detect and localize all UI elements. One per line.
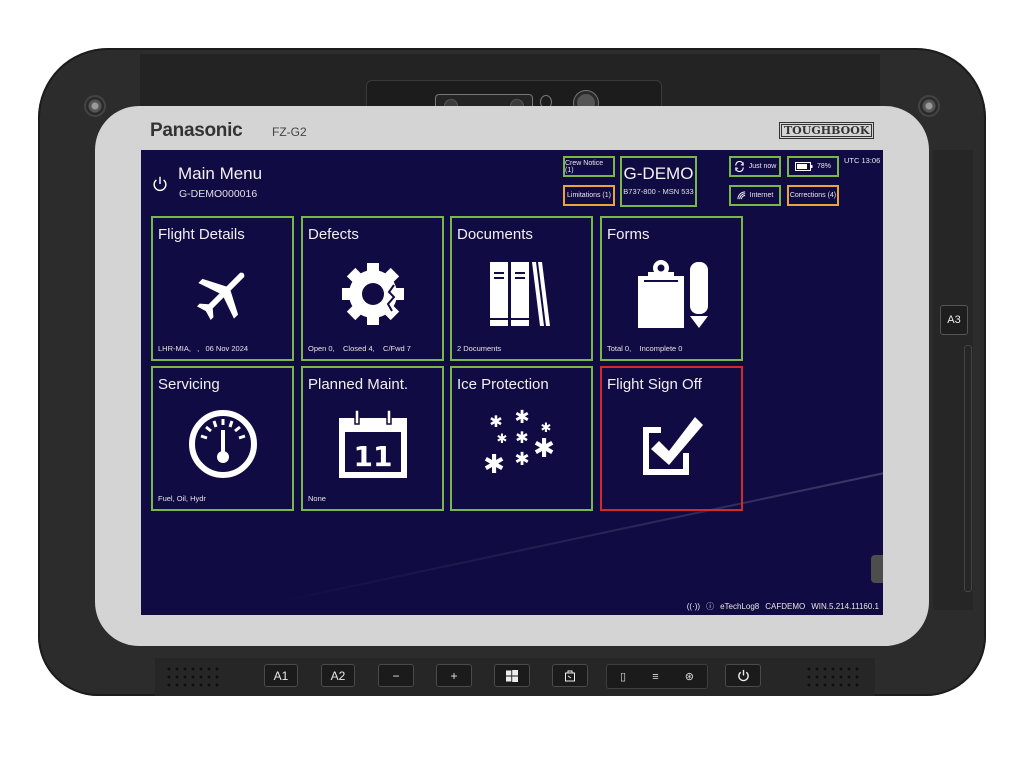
tile-footer: Fuel, Oil, Hydr — [158, 494, 206, 503]
hw-button-a1[interactable]: A1 — [264, 664, 298, 687]
tile-planned-maint[interactable]: Planned Maint. 11 None — [301, 366, 444, 511]
sync-label: Just now — [748, 163, 777, 170]
page-title: Main Menu — [178, 164, 263, 183]
tile-title: Documents — [457, 226, 533, 243]
side-button-a3[interactable]: A3 — [940, 305, 968, 335]
side-slot — [964, 345, 972, 592]
calendar-icon: 11 — [338, 409, 407, 478]
speaker-grille-left — [165, 665, 221, 687]
gauge-icon — [188, 410, 257, 478]
tile-documents[interactable]: Documents 2 Documents — [450, 216, 593, 361]
connection-status[interactable]: Internet — [729, 185, 781, 206]
calendar-day: 11 — [353, 440, 392, 473]
aircraft-registration-panel[interactable]: G-DEMO B737-800 - MSN 533 — [620, 156, 697, 207]
registration: G-DEMO — [623, 164, 694, 183]
tile-flight-details[interactable]: Flight Details LHR-MIA, , 06 Nov 2024 — [151, 216, 294, 361]
aircraft-type: B737-800 - MSN 533 — [623, 187, 694, 196]
battery-status: 78% — [787, 156, 839, 177]
connection-label: Internet — [749, 192, 774, 199]
sync-button[interactable]: Just now — [729, 156, 781, 177]
wifi-icon — [737, 191, 745, 200]
status-led-panel: ▯ ≡ ⊛ — [606, 664, 708, 689]
tile-title: Servicing — [158, 376, 220, 393]
svg-text:✱: ✱ — [489, 412, 502, 431]
windows-button[interactable] — [494, 664, 530, 687]
status-bar: ((·)) ⓘ eTechLog8 CAFDEMO WIN.5.214.1116… — [687, 601, 879, 612]
crew-notice-button[interactable]: Crew Notice (1) — [563, 156, 615, 177]
tile-title: Defects — [308, 226, 359, 243]
volume-down-button[interactable]: − — [378, 664, 414, 687]
tile-title: Forms — [607, 226, 650, 243]
airplane-icon — [196, 272, 244, 321]
battery-label: 78% — [816, 163, 831, 170]
tile-title: Flight Details — [158, 226, 245, 243]
svg-text:✱: ✱ — [515, 428, 528, 447]
svg-text:✱: ✱ — [514, 449, 529, 470]
model-label: FZ-G2 — [272, 125, 307, 139]
tile-title: Planned Maint. — [308, 376, 409, 393]
hw-button-a2[interactable]: A2 — [321, 664, 355, 687]
tile-servicing[interactable]: Servicing Fuel, Oil, Hydr — [151, 366, 294, 511]
utc-clock: UTC 13:06 — [844, 156, 881, 165]
battery-led-icon: ▯ — [620, 671, 627, 683]
screw-top-right — [918, 95, 940, 117]
rotate-icon — [565, 670, 575, 681]
limitations-button[interactable]: Limitations (1) — [563, 185, 615, 206]
series-badge: TOUGHBOOK — [779, 122, 875, 139]
volume-up-button[interactable]: + — [436, 664, 472, 687]
checkbox-checked-icon — [642, 417, 703, 475]
brand-logo: Panasonic — [150, 120, 243, 141]
speaker-grille-right — [805, 665, 861, 687]
tile-forms[interactable]: Forms Total 0, Incomplete 0 — [600, 216, 743, 361]
tile-footer: None — [308, 494, 326, 503]
crew-notice-label: Crew Notice (1) — [565, 159, 604, 174]
app-screen: Main Menu G-DEMO000016 Crew Notice (1) L… — [141, 150, 883, 615]
page-subtitle: G-DEMO000016 — [179, 188, 258, 200]
battery-icon — [794, 162, 813, 171]
corrections-button[interactable]: Corrections (4) — [787, 185, 839, 206]
operator-code: CAFDEMO — [765, 602, 806, 611]
windows-icon — [506, 669, 518, 682]
tile-footer: Total 0, Incomplete 0 — [607, 344, 683, 353]
snowflakes-icon: ✱ ✱✱ ✱ ✱ ✱✱ ✱ — [483, 409, 555, 479]
hw-power-button[interactable] — [725, 664, 761, 687]
corrections-label: Corrections (4) — [789, 192, 837, 199]
tile-footer: 2 Documents — [457, 344, 502, 353]
tile-ice-protection[interactable]: Ice Protection ✱ ✱ ✱ ✱ ✱ ✱ ✱ ✱ — [450, 366, 593, 511]
screw-top-left — [84, 95, 106, 117]
limitations-label: Limitations (1) — [567, 192, 611, 199]
tile-defects[interactable]: Defects Open 0, Closed 4, C/Fwd 7 — [301, 216, 444, 361]
signal-icon: ((·)) — [686, 602, 701, 611]
svg-text:✱: ✱ — [496, 432, 507, 447]
info-icon[interactable]: ⓘ — [706, 601, 714, 612]
svg-text:✱: ✱ — [533, 434, 555, 464]
wireless-led-icon: ⊛ — [684, 671, 694, 683]
app-name: eTechLog8 — [720, 602, 760, 611]
tile-title: Flight Sign Off — [607, 376, 702, 393]
svg-text:✱: ✱ — [483, 450, 505, 479]
side-panel-handle[interactable] — [871, 555, 883, 583]
power-icon[interactable] — [151, 175, 169, 193]
sync-icon — [734, 161, 744, 172]
clipboard-pencil-icon — [637, 260, 708, 328]
tile-footer: Open 0, Closed 4, C/Fwd 7 — [308, 344, 411, 353]
broken-gear-icon — [341, 263, 404, 325]
power-icon — [737, 669, 749, 682]
books-icon — [489, 262, 550, 326]
svg-text:✱: ✱ — [514, 409, 529, 428]
app-version: WIN.5.214.11160.1 — [811, 602, 879, 611]
tile-flight-sign-off[interactable]: Flight Sign Off — [600, 366, 743, 511]
tile-title: Ice Protection — [457, 376, 549, 393]
tile-footer: LHR-MIA, , 06 Nov 2024 — [158, 344, 249, 353]
rotate-lock-button[interactable] — [552, 664, 588, 687]
storage-led-icon: ≡ — [652, 670, 659, 683]
